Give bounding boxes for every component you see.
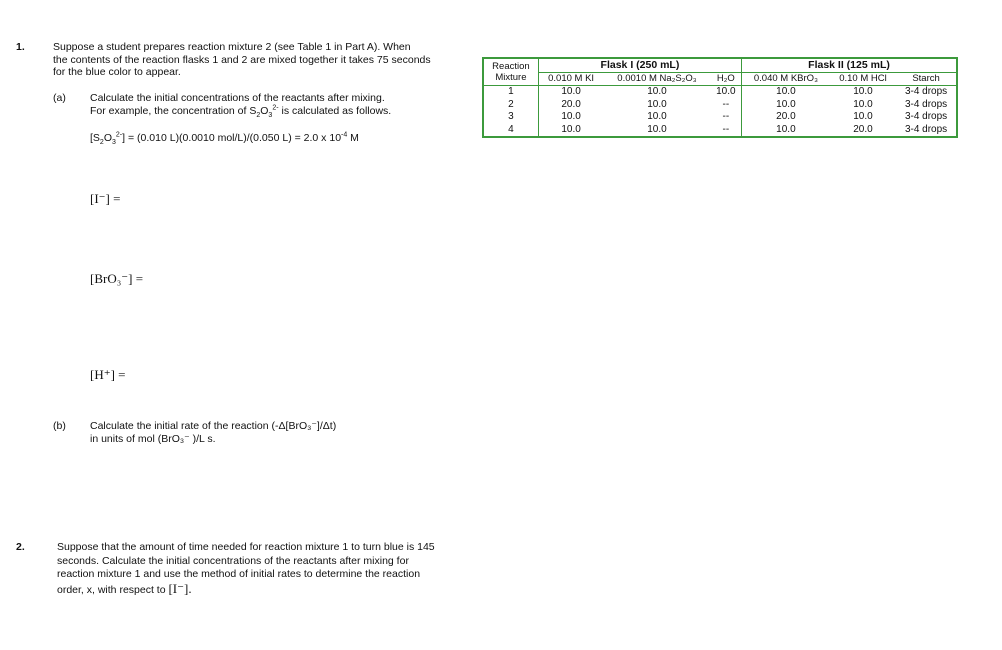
table-row: 3 10.0 10.0 -- 20.0 10.0 3-4 drops <box>483 111 957 124</box>
q1a-line: Calculate the initial concentrations of … <box>90 92 385 104</box>
table-cell: 3-4 drops <box>904 111 948 122</box>
table-cell: -- <box>722 123 730 135</box>
table-row: 1 10.0 10.0 10.0 10.0 10.0 3-4 drops <box>483 85 957 99</box>
q2-line: seconds. Calculate the initial concentra… <box>57 554 409 567</box>
table-cell: 10.0 <box>647 123 667 135</box>
q1-line: for the blue color to appear. <box>53 66 181 78</box>
subheader: H₂O <box>710 71 742 86</box>
q2-line: order, x, with respect to [I⁻]. <box>57 580 192 596</box>
q2-line: Suppose that the amount of time needed f… <box>57 541 435 553</box>
q1a-line: For example, the concentration of S2O32-… <box>90 104 392 119</box>
table-cell: 20.0 <box>537 98 604 111</box>
table-row: 4 10.0 10.0 -- 10.0 20.0 3-4 drops <box>483 123 957 137</box>
flask1-header: Flask I (250 mL) <box>537 58 742 72</box>
table-cell: 3 <box>508 111 514 122</box>
table-cell: 10.0 <box>741 123 830 137</box>
table-cell: 10.0 <box>603 85 711 99</box>
table-cell: 10.0 <box>647 98 667 110</box>
q1-number: 1. <box>16 41 25 53</box>
table-cell: 10.0 <box>537 85 604 99</box>
q1b-label: (b) <box>53 420 66 432</box>
hydrogen-answer[interactable]: [H⁺] = <box>90 368 126 382</box>
table-cell: 2 <box>508 98 514 110</box>
subheader: Starch <box>896 71 957 86</box>
subheader: 0.0010 M Na₂S₂O₃ <box>603 71 711 86</box>
table-cell: 10.0 <box>741 85 830 99</box>
subheader: 0.010 M KI <box>537 71 604 86</box>
q1-text: Suppose a student prepares reaction mixt… <box>53 41 431 79</box>
table-cell: 10.0 <box>853 111 873 122</box>
table-cell: 4 <box>508 123 514 135</box>
q1-line: the contents of the reaction flasks 1 an… <box>53 53 431 66</box>
q1-line: Suppose a student prepares reaction mixt… <box>53 41 411 53</box>
subheader: 0.10 M HCl <box>829 71 897 86</box>
reaction-mixture-table: Reaction Mixture Flask I (250 mL) Flask I… <box>482 57 958 138</box>
q2-line: reaction mixture 1 and use the method of… <box>57 568 421 580</box>
col-reaction-mixture: Reaction Mixture <box>492 61 530 83</box>
table-cell: 10.0 <box>853 98 873 110</box>
example-calculation: [S2O32-] = (0.010 L)(0.0010 mol/L)/(0.05… <box>90 131 359 147</box>
table-cell: 20.0 <box>853 123 873 135</box>
table-row: 2 20.0 10.0 -- 10.0 10.0 3-4 drops <box>483 98 957 111</box>
flask2-header: Flask II (125 mL) <box>741 58 957 72</box>
table-cell: 10.0 <box>741 98 830 111</box>
table-cell: 3-4 drops <box>904 98 948 110</box>
q2-number: 2. <box>16 541 25 553</box>
q1a-text: Calculate the initial concentrations of … <box>90 92 392 119</box>
iodide-answer[interactable]: [I⁻] = <box>90 192 120 206</box>
bromate-answer[interactable]: [BrO₃⁻] = <box>90 272 143 286</box>
q1b-line: Calculate the initial rate of the reacti… <box>90 420 337 432</box>
q1b-text: Calculate the initial rate of the reacti… <box>90 420 336 445</box>
q2-text: Suppose that the amount of time needed f… <box>57 541 435 597</box>
q1b-line: in units of mol (BrO₃⁻ )/L s. <box>90 432 216 445</box>
q1a-label: (a) <box>53 92 66 104</box>
table-cell: -- <box>722 98 730 110</box>
table-cell: 10.0 <box>537 111 604 124</box>
table-cell: 10.0 <box>537 123 604 137</box>
table-cell: 10.0 <box>710 85 742 99</box>
table-cell: 3-4 drops <box>896 85 957 99</box>
table-cell: -- <box>722 111 730 122</box>
table-cell: 10.0 <box>647 111 667 122</box>
subheader: 0.040 M KBrO₃ <box>741 71 830 86</box>
table-cell: 3-4 drops <box>904 123 948 135</box>
table-cell: 1 <box>483 85 539 99</box>
table-cell: 20.0 <box>741 111 830 124</box>
table-cell: 10.0 <box>829 85 897 99</box>
